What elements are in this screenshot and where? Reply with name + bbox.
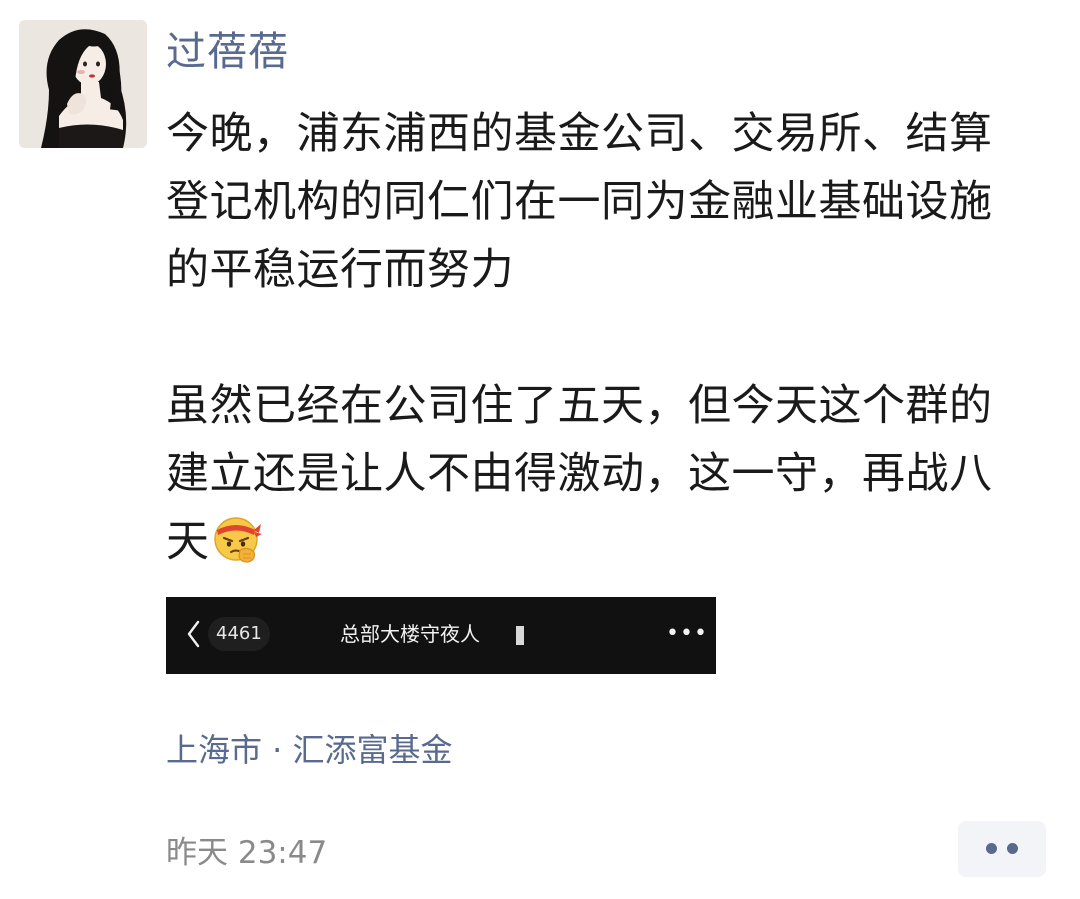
unread-count-badge: 4461 (208, 617, 270, 651)
chat-title: 总部大楼守夜人 (340, 622, 480, 646)
paragraph-line: 建立还是让人不由得激动，这一守，再战八 (166, 449, 993, 499)
two-dots-icon (1007, 843, 1018, 854)
avatar[interactable] (19, 20, 147, 148)
paragraph-1: 今晚，浦东浦西的基金公司、交易所、结算 登记机构的同仁们在一同为金融业基础设施 … (166, 100, 1046, 304)
comment-like-button[interactable] (958, 821, 1046, 877)
paragraph-line: 今晚，浦东浦西的基金公司、交易所、结算 (166, 109, 993, 159)
shared-image[interactable]: 4461 总部大楼守夜人 ••• (166, 597, 716, 674)
paragraph-line: 的平稳运行而努力 (166, 245, 514, 295)
more-horizontal-icon: ••• (666, 621, 708, 646)
post-content: 今晚，浦东浦西的基金公司、交易所、结算 登记机构的同仁们在一同为金融业基础设施 … (166, 100, 1046, 576)
moments-post: 过蓓蓓 今晚，浦东浦西的基金公司、交易所、结算 登记机构的同仁们在一同为金融业基… (0, 0, 1080, 899)
two-dots-icon (986, 843, 997, 854)
paragraph-line: 天 (166, 517, 210, 567)
text-cursor (516, 626, 524, 645)
paragraph-2: 虽然已经在公司住了五天，但今天这个群的 建立还是让人不由得激动，这一守，再战八 … (166, 372, 1046, 576)
chevron-left-icon (187, 620, 200, 648)
paragraph-line: 虽然已经在公司住了五天，但今天这个群的 (166, 381, 993, 431)
post-timestamp: 昨天 23:47 (166, 835, 328, 871)
location-link[interactable]: 上海市 · 汇添富基金 (166, 725, 453, 775)
author-name[interactable]: 过蓓蓓 (166, 26, 289, 78)
determined-face-emoji-icon (210, 512, 262, 564)
woman-portrait-avatar-icon (19, 20, 147, 148)
paragraph-line: 登记机构的同仁们在一同为金融业基础设施 (166, 177, 993, 227)
